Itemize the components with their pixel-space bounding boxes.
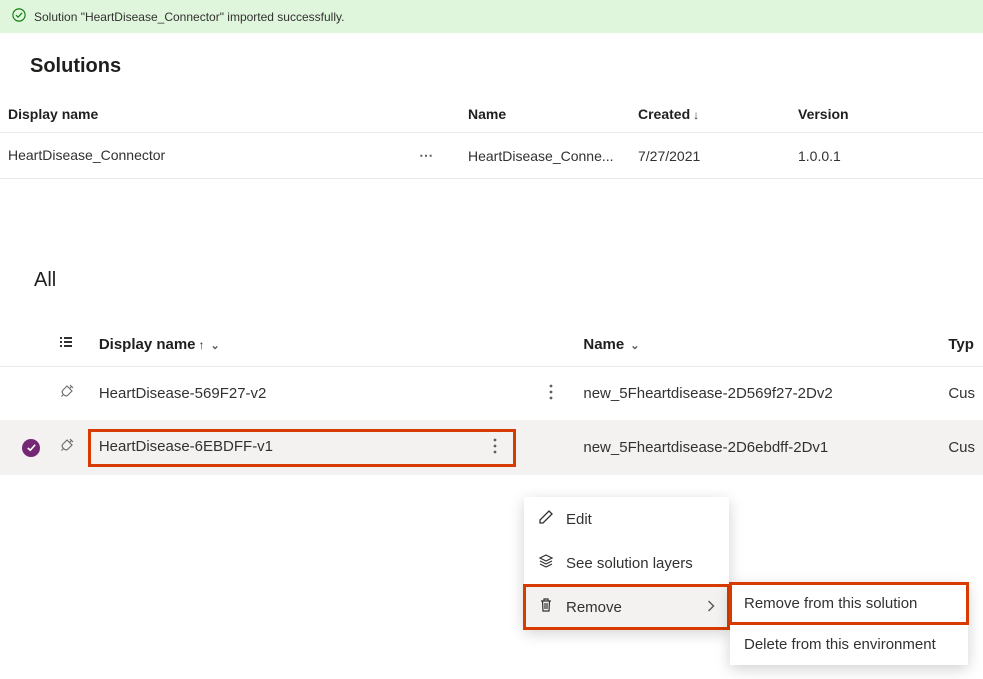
menu-item-remove[interactable]: Remove <box>524 585 729 629</box>
component-row[interactable]: HeartDisease-569F27-v2 new_5Fheartdiseas… <box>0 367 983 421</box>
remove-submenu: Remove from this solution Delete from th… <box>730 583 968 665</box>
submenu-delete-from-environment[interactable]: Delete from this environment <box>730 624 968 665</box>
col-header-name-2[interactable]: Name⌄ <box>575 322 940 367</box>
highlighted-row-box: HeartDisease-6EBDFF-v1 <box>89 430 515 466</box>
sort-desc-icon: ↓ <box>693 108 699 122</box>
success-notification: Solution "HeartDisease_Connector" import… <box>0 0 983 33</box>
all-components-table: Display name↑⌄ Name⌄ Typ HeartDisease-56… <box>0 322 983 475</box>
component-name: new_5Fheartdisease-2D569f27-2Dv2 <box>575 367 940 421</box>
row-context-menu: Edit See solution layers Remove <box>524 497 729 629</box>
success-icon <box>12 8 26 25</box>
row-more-button[interactable] <box>541 384 561 404</box>
section-title-all: All <box>34 269 983 292</box>
col-header-display-name[interactable]: Display name <box>0 96 460 133</box>
component-name: new_5Fheartdisease-2D6ebdff-2Dv1 <box>575 421 940 475</box>
component-display-name: HeartDisease-569F27-v2 <box>89 367 527 421</box>
solution-row[interactable]: HeartDisease_Connector ⋯ HeartDisease_Co… <box>0 133 983 179</box>
more-actions-button[interactable]: ⋯ <box>419 147 452 164</box>
solution-name: HeartDisease_Conne... <box>460 133 630 179</box>
component-type: Cus <box>940 421 983 475</box>
chevron-down-icon: ⌄ <box>211 340 220 352</box>
solution-display-name: HeartDisease_Connector <box>8 147 165 163</box>
col-header-type[interactable]: Typ <box>940 322 983 367</box>
solutions-table: Display name Name Created↓ Version Heart… <box>0 96 983 179</box>
edit-icon <box>538 509 554 529</box>
selected-checkmark-icon[interactable] <box>22 439 40 457</box>
col-header-created[interactable]: Created↓ <box>630 96 790 133</box>
component-type: Cus <box>940 367 983 421</box>
delete-icon <box>538 597 554 617</box>
menu-item-edit[interactable]: Edit <box>524 497 729 541</box>
col-header-select[interactable] <box>0 322 50 367</box>
solution-version: 1.0.0.1 <box>790 133 960 179</box>
notification-text: Solution "HeartDisease_Connector" import… <box>34 10 344 24</box>
component-display-name: HeartDisease-6EBDFF-v1 <box>99 438 273 455</box>
chevron-down-icon: ⌄ <box>630 340 639 352</box>
col-header-version[interactable]: Version <box>790 96 960 133</box>
layers-icon <box>538 553 554 573</box>
col-header-name[interactable]: Name <box>460 96 630 133</box>
row-more-button[interactable] <box>485 438 505 458</box>
page-title-solutions: Solutions <box>30 55 983 78</box>
menu-item-layers[interactable]: See solution layers <box>524 541 729 585</box>
col-header-display-name-2[interactable]: Display name↑⌄ <box>89 322 527 367</box>
chevron-right-icon <box>706 599 715 616</box>
solution-created: 7/27/2021 <box>630 133 790 179</box>
submenu-remove-from-solution[interactable]: Remove from this solution <box>730 583 968 624</box>
col-header-type-icon[interactable] <box>50 322 89 367</box>
sort-asc-icon: ↑ <box>199 338 205 352</box>
connector-icon <box>50 367 89 421</box>
list-icon <box>58 334 74 350</box>
component-row-selected[interactable]: HeartDisease-6EBDFF-v1 new_5Fheartdiseas… <box>0 421 983 475</box>
connector-icon <box>50 421 89 475</box>
col-header-extra <box>960 96 983 133</box>
